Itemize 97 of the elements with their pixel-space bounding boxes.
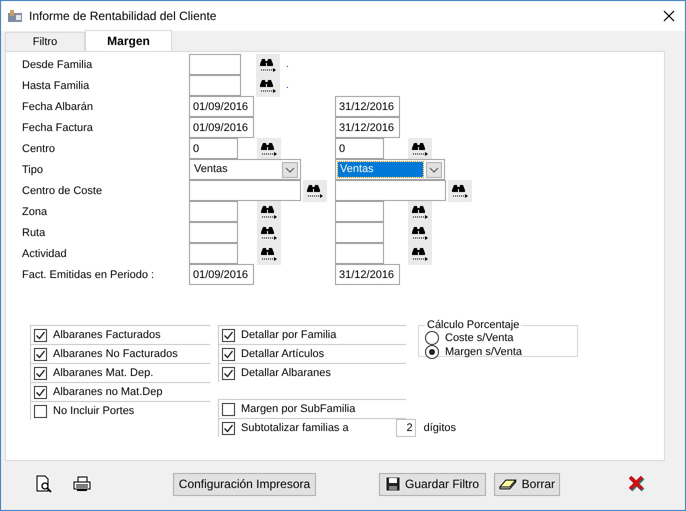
binoculars-icon	[306, 184, 324, 198]
input-field[interactable]	[335, 180, 446, 201]
search-button[interactable]	[257, 138, 281, 160]
eraser-icon	[499, 478, 517, 490]
field-note: .	[286, 80, 289, 91]
input-field[interactable]	[189, 75, 241, 96]
search-button[interactable]	[303, 180, 327, 202]
binoculars-icon	[260, 226, 278, 240]
checkbox-label: Albaranes no Mat.Dep	[53, 386, 162, 398]
input-field[interactable]	[189, 180, 301, 201]
radio-label: Coste s/Venta	[445, 332, 514, 344]
checkbox-label: Albaranes Facturados	[53, 329, 161, 341]
save-button[interactable]: Guardar Filtro	[379, 472, 486, 496]
checkbox[interactable]	[222, 366, 235, 380]
binoculars-icon	[411, 246, 429, 260]
dropdown[interactable]: Ventas	[335, 159, 445, 180]
input-field[interactable]	[335, 201, 384, 222]
tab[interactable]: Filtro	[5, 32, 85, 51]
input-field[interactable]: 31/12/2016	[335, 117, 400, 138]
checkbox-label: Detallar por Familia	[241, 329, 336, 341]
input-field[interactable]	[335, 222, 384, 243]
binoculars-icon	[411, 226, 429, 240]
input-field[interactable]	[189, 222, 238, 243]
radio-button[interactable]	[425, 331, 439, 345]
checkbox[interactable]	[34, 404, 47, 418]
input-field[interactable]	[189, 201, 238, 222]
radio-label: Margen s/Venta	[445, 346, 522, 358]
input-field[interactable]	[189, 243, 238, 264]
field-label: Ruta	[22, 226, 46, 238]
binoculars-icon	[259, 58, 277, 72]
checkbox-label: Detallar Albaranes	[241, 367, 331, 379]
checkbox-label: Margen por SubFamilia	[241, 403, 356, 415]
search-button[interactable]	[256, 54, 280, 76]
field-label: Fact. Emitidas en Periodo :	[22, 268, 156, 280]
radio-button[interactable]	[425, 345, 439, 359]
input-field[interactable]	[335, 243, 384, 264]
input-field[interactable]: 31/12/2016	[335, 96, 400, 117]
checkbox[interactable]	[34, 366, 47, 380]
chevron-icon	[282, 162, 298, 178]
checkbox[interactable]	[222, 328, 235, 342]
checkbox-label: Subtotalizar familias a	[241, 422, 349, 434]
field-label: Actividad	[22, 248, 68, 260]
binoculars-icon	[260, 204, 278, 218]
input-field[interactable]: 0	[189, 138, 238, 159]
chevron-icon	[426, 162, 442, 178]
binoculars-icon	[259, 78, 277, 92]
field-label: dígitos	[424, 422, 456, 434]
search-button[interactable]	[408, 242, 432, 264]
field-label: Centro de Coste	[22, 184, 104, 196]
binoculars-icon	[260, 246, 278, 260]
search-button[interactable]	[408, 200, 432, 222]
input-field[interactable]: 01/09/2016	[189, 96, 254, 117]
field-label: Centro	[22, 142, 56, 154]
input-field[interactable]: 31/12/2016	[335, 264, 400, 285]
app-icon	[7, 9, 23, 23]
settings-button[interactable]: Configuración Impresora	[173, 472, 316, 496]
checkbox-label: Albaranes Mat. Dep.	[53, 367, 154, 379]
binoculars-icon	[260, 142, 278, 156]
checkbox[interactable]	[34, 328, 47, 342]
binoculars-icon	[451, 184, 469, 198]
search-button[interactable]	[408, 138, 432, 160]
print-preview-icon[interactable]	[35, 475, 53, 493]
checkbox-label: No Incluir Portes	[53, 405, 134, 417]
close-icon[interactable]	[628, 475, 646, 493]
checkbox[interactable]	[34, 386, 47, 398]
checkbox[interactable]	[222, 402, 235, 416]
erase-button[interactable]: Borrar	[494, 472, 560, 496]
tab[interactable]: Margen	[85, 30, 172, 51]
field-label: Tipo	[22, 164, 44, 176]
checkbox-label: Detallar Artículos	[241, 348, 324, 360]
binoculars-icon	[411, 204, 429, 218]
dropdown[interactable]: Ventas	[189, 159, 301, 180]
checkbox[interactable]	[222, 422, 235, 434]
field-label: Zona	[22, 206, 48, 218]
checkbox-label: Albaranes No Facturados	[53, 348, 178, 360]
field-note: .	[286, 59, 289, 70]
search-button[interactable]	[448, 180, 472, 202]
floppy-icon	[386, 477, 400, 491]
input-field[interactable]: 0	[335, 138, 384, 159]
field-label: Hasta Familia	[22, 80, 90, 92]
search-button[interactable]	[257, 242, 281, 264]
field-label: Fecha Albarán	[22, 100, 94, 112]
field-label: Fecha Factura	[22, 122, 94, 134]
search-button[interactable]	[256, 74, 280, 96]
input-field[interactable]: 01/09/2016	[189, 117, 254, 138]
search-button[interactable]	[257, 200, 281, 222]
binoculars-icon	[411, 142, 429, 156]
group-title: Cálculo Porcentaje	[426, 319, 520, 331]
input-field[interactable]: 01/09/2016	[189, 264, 254, 285]
close-icon[interactable]	[663, 10, 675, 22]
checkbox[interactable]	[222, 348, 235, 360]
window-title: Informe de Rentabilidad del Cliente	[29, 9, 216, 23]
field-label: Desde Familia	[22, 58, 94, 70]
input-field[interactable]	[189, 54, 241, 75]
printer-icon[interactable]	[73, 476, 91, 492]
checkbox[interactable]	[34, 348, 47, 360]
digits-field[interactable]: 2	[396, 419, 416, 437]
